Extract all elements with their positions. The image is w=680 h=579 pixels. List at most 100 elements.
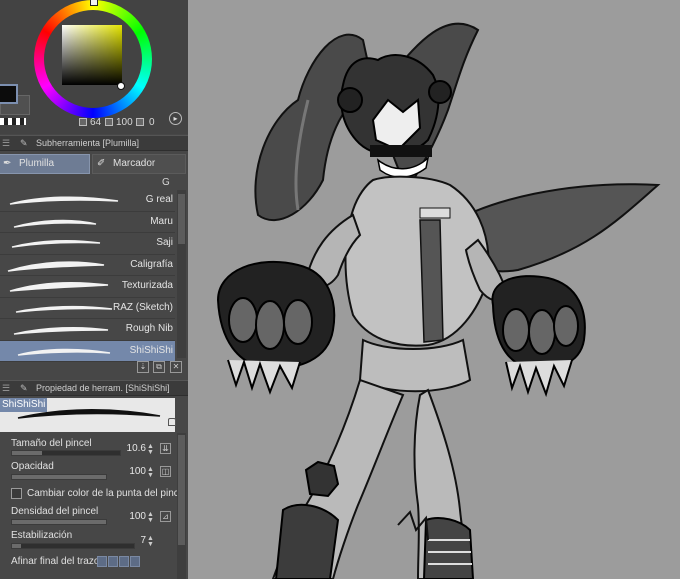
tool-property-header: ☰ ✎ Propiedad de herram. [ShiShiShi] — [0, 380, 188, 396]
brush-item[interactable]: Maru — [0, 211, 175, 233]
brush-item[interactable]: Texturizada — [0, 276, 175, 298]
brush-density-slider-fill — [12, 520, 106, 524]
opacity-readout: 100 — [105, 117, 133, 128]
delete-icon[interactable]: ✕ — [170, 361, 182, 373]
extra-value: 0 — [149, 117, 155, 128]
brush-stroke-thumbnail — [9, 282, 109, 292]
brush-list-scrollbar[interactable] — [177, 190, 186, 358]
left-panel: 64 100 0 ▸ ☰ ✎ Subherramienta [Plumilla]… — [0, 0, 188, 579]
tab-plumilla[interactable]: ✒ Plumilla — [0, 154, 90, 174]
brush-item[interactable]: Rough Nib — [0, 319, 175, 341]
size-readout: 64 — [79, 117, 101, 128]
taper-label: Afinar final del trazo — [11, 556, 100, 567]
property-scrollbar[interactable] — [177, 433, 186, 579]
tip-color-checkbox-label: Cambiar color de la punta del pincel — [27, 488, 187, 499]
hoodie-tag — [419, 207, 451, 219]
brush-name: Maru — [150, 215, 173, 227]
opacity-pressure-icon[interactable]: ◫ — [160, 466, 171, 477]
navigation-icon[interactable]: ▸ — [169, 112, 182, 125]
brush-density-slider[interactable] — [11, 519, 107, 525]
brush-density-spinner[interactable]: ▲ ▼ — [147, 511, 154, 524]
right-claw-glove — [491, 275, 586, 398]
sv-marker[interactable] — [117, 82, 125, 90]
brush-list: G real Maru Saji Caligrafía Texturizada RAZ (… — [0, 190, 175, 362]
stabilization-slider-fill — [12, 544, 21, 548]
brush-stroke-thumbnail — [13, 326, 109, 335]
opacity-value[interactable]: 100 — [116, 466, 146, 477]
left-claw-glove — [216, 260, 336, 395]
tool-property-title: Propiedad de herram. [ShiShiShi] — [36, 383, 170, 393]
brush-item[interactable]: RAZ (Sketch) — [0, 297, 175, 319]
scrollbar-thumb[interactable] — [178, 435, 185, 545]
scrollbar-thumb[interactable] — [178, 194, 185, 244]
right-boot — [422, 517, 475, 579]
brush-name: Caligrafía — [130, 258, 173, 270]
wrench-icon: ✎ — [20, 383, 28, 393]
brush-density-label: Densidad del pincel — [11, 506, 99, 517]
hue-marker[interactable] — [90, 0, 98, 6]
extra-readout: 0 — [136, 117, 155, 128]
transparent-color-swatch[interactable] — [0, 118, 26, 125]
brush-size-slider[interactable] — [11, 450, 121, 456]
density-pressure-icon[interactable]: ⊿ — [160, 511, 171, 522]
brush-stroke-thumbnail — [9, 196, 119, 205]
mask-ear-right — [428, 80, 452, 104]
brush-preview-name: ShiShiShi — [0, 398, 48, 412]
brush-density-value[interactable]: 100 — [116, 511, 146, 522]
brush-size-value[interactable]: 10.6 — [116, 443, 146, 454]
marker-icon: ✐ — [97, 158, 106, 169]
saturation-value-square[interactable] — [62, 25, 122, 85]
color-wheel-panel: 64 100 0 ▸ — [0, 0, 188, 134]
opacity-slider[interactable] — [11, 474, 107, 480]
opacity-spinner[interactable]: ▲ ▼ — [147, 466, 154, 479]
taper-options — [97, 556, 141, 570]
stabilization-value[interactable]: 7 — [116, 535, 146, 546]
brush-name: G real — [145, 194, 173, 205]
taper-option[interactable] — [130, 556, 140, 567]
brush-group-label: G — [162, 177, 170, 188]
taper-option[interactable] — [108, 556, 118, 567]
drawing-canvas[interactable] — [188, 0, 680, 579]
tab-marcador[interactable]: ✐ Marcador — [92, 154, 186, 174]
tip-color-checkbox[interactable] — [11, 488, 22, 499]
brush-size-spinner[interactable]: ▲ ▼ — [147, 443, 154, 456]
brush-item[interactable]: ShiShiShi — [0, 340, 175, 362]
main-color-swatch[interactable] — [0, 84, 18, 104]
hoodie-stripe — [419, 219, 444, 343]
download-icon[interactable]: ⇣ — [137, 361, 149, 373]
brush-item[interactable]: Caligrafía — [0, 254, 175, 276]
hips — [358, 338, 472, 393]
hoodie — [344, 175, 490, 347]
subtool-tabs: ✒ Plumilla ✐ Marcador — [0, 153, 188, 175]
opacity-label: Opacidad — [11, 461, 54, 472]
brush-item[interactable]: Saji — [0, 233, 175, 255]
brush-stroke-thumbnail — [15, 305, 113, 313]
subtool-panel-title: Subherramienta [Plumilla] — [36, 138, 140, 148]
brush-name: ShiShiShi — [129, 344, 173, 356]
opacity-icon — [105, 118, 113, 126]
brush-name: RAZ (Sketch) — [112, 301, 173, 313]
panel-grip-icon[interactable]: ☰ — [2, 381, 10, 396]
taper-option[interactable] — [97, 556, 107, 567]
size-icon — [79, 118, 87, 126]
artwork — [216, 22, 661, 579]
grid-icon — [136, 118, 144, 126]
opacity-slider-fill — [12, 475, 106, 479]
brush-name: Texturizada — [121, 280, 173, 291]
brush-item[interactable]: G real — [0, 190, 175, 212]
left-knee-pad — [304, 460, 340, 498]
brush-name: Saji — [156, 237, 173, 248]
pressure-icon[interactable]: ⇊ — [160, 443, 171, 454]
brush-size-slider-fill — [12, 451, 43, 455]
duplicate-icon[interactable]: ⧉ — [153, 361, 165, 373]
brush-stroke-thumbnail — [13, 219, 97, 228]
subtool-panel-header: ☰ ✎ Subherramienta [Plumilla] — [0, 135, 188, 151]
brush-size-label: Tamaño del pincel — [11, 438, 92, 449]
lock-icon[interactable] — [168, 418, 176, 426]
mask-ear-left — [337, 87, 363, 113]
taper-option[interactable] — [119, 556, 129, 567]
stabilization-label: Estabilización — [11, 530, 73, 541]
brush-stroke-thumbnail — [7, 260, 105, 272]
panel-grip-icon[interactable]: ☰ — [2, 136, 10, 151]
stabilization-spinner[interactable]: ▲ ▼ — [147, 535, 154, 548]
